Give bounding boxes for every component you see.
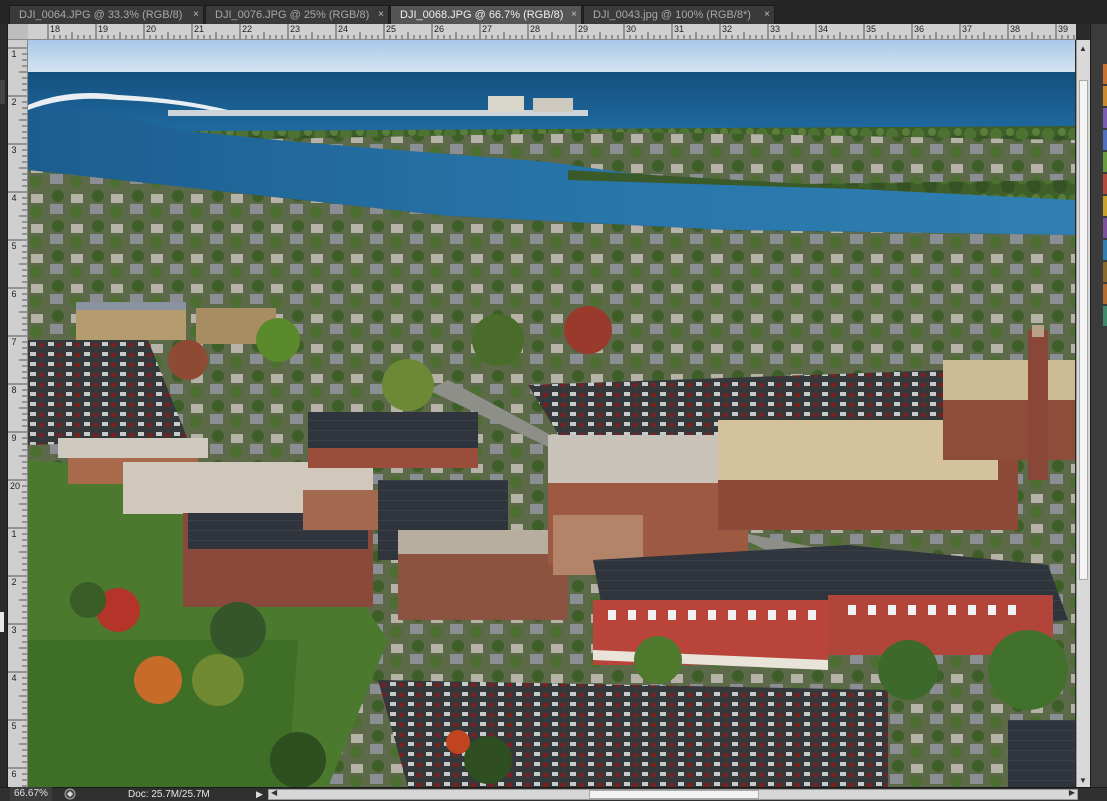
tab-label: DJI_0076.JPG @ 25% (RGB/8) (215, 9, 370, 21)
color-swatch[interactable] (1103, 64, 1107, 84)
ruler-label: 2 (11, 97, 17, 107)
ruler-label: 7 (11, 337, 17, 347)
document-tab-bar: DJI_0064.JPG @ 33.3% (RGB/8) × DJI_0076.… (0, 0, 1107, 24)
color-swatch[interactable] (1103, 306, 1107, 326)
color-swatch[interactable] (1103, 130, 1107, 150)
tab-dji-0043[interactable]: DJI_0043.jpg @ 100% (RGB/8*) × (583, 5, 775, 24)
soft-proof-icon[interactable] (64, 788, 76, 800)
ruler-label: 19 (98, 24, 109, 34)
document-size: Doc: 25.7M/25.7M (128, 789, 210, 800)
ruler-label: 5 (11, 721, 17, 731)
ruler-label: 8 (11, 385, 17, 395)
tools-panel-edge[interactable] (0, 24, 8, 800)
color-swatch[interactable] (1103, 218, 1107, 238)
ruler-label: 3 (11, 625, 17, 635)
ruler-label: 6 (11, 769, 17, 779)
ruler-label: 31 (674, 24, 685, 34)
color-swatch[interactable] (1103, 86, 1107, 106)
color-swatch[interactable] (1103, 284, 1107, 304)
close-icon[interactable]: × (764, 6, 770, 24)
ruler-label: 30 (626, 24, 637, 34)
panel-collapse-handle[interactable] (0, 80, 5, 104)
tab-dji-0064[interactable]: DJI_0064.JPG @ 33.3% (RGB/8) × (9, 5, 204, 24)
ruler-label: 25 (386, 24, 397, 34)
scroll-up-arrow-icon[interactable]: ▲ (1079, 44, 1087, 53)
scroll-down-arrow-icon[interactable]: ▼ (1079, 776, 1087, 785)
ruler-label: 5 (11, 241, 17, 251)
status-bar: 66.67% Doc: 25.7M/25.7M ▶ ◀ ▶ (0, 787, 1107, 801)
ruler-label: 34 (818, 24, 829, 34)
swatches-panel-edge[interactable] (1090, 24, 1107, 800)
vertical-scrollbar[interactable]: ▲ ▼ (1076, 40, 1090, 787)
tab-label: DJI_0043.jpg @ 100% (RGB/8*) (593, 9, 751, 21)
ruler-label: 37 (962, 24, 973, 34)
ruler-label: 20 (10, 481, 21, 491)
color-swatch[interactable] (1103, 108, 1107, 128)
ruler-label: 32 (722, 24, 733, 34)
ruler-label: 26 (434, 24, 445, 34)
close-icon[interactable]: × (193, 6, 199, 24)
scrollbar-thumb[interactable] (1079, 80, 1088, 580)
horizontal-ruler[interactable]: 18 19 20 21 22 23 24 25 26 27 28 29 30 31 32 33 34 35 36 37… (28, 24, 1076, 40)
horizontal-scrollbar[interactable]: ◀ ▶ (268, 788, 1078, 800)
ruler-label: 20 (146, 24, 157, 34)
ruler-label: 3 (11, 145, 17, 155)
ruler-label: 39 (1058, 24, 1069, 34)
document-canvas[interactable] (28, 40, 1075, 787)
ruler-label: 28 (530, 24, 541, 34)
ruler-label: 35 (866, 24, 877, 34)
vertical-ruler[interactable]: 1 2 3 4 5 6 7 8 9 20 1 2 3 4 5 6 (8, 40, 28, 787)
color-swatch[interactable] (1103, 196, 1107, 216)
aerial-photo (28, 40, 1075, 787)
ruler-label: 18 (50, 24, 61, 34)
ruler-label: 2 (11, 577, 17, 587)
ruler-label: 1 (11, 529, 17, 539)
tool-indicator (0, 612, 4, 632)
close-icon[interactable]: × (571, 6, 577, 24)
tab-dji-0068[interactable]: DJI_0068.JPG @ 66.7% (RGB/8) × (390, 5, 582, 24)
ruler-label: 21 (194, 24, 205, 34)
tab-dji-0076[interactable]: DJI_0076.JPG @ 25% (RGB/8) × (205, 5, 389, 24)
ruler-label: 38 (1010, 24, 1021, 34)
ruler-label: 1 (11, 49, 17, 59)
tab-label: DJI_0064.JPG @ 33.3% (RGB/8) (19, 9, 183, 21)
ruler-origin[interactable] (8, 24, 29, 40)
ruler-label: 23 (290, 24, 301, 34)
ruler-label: 24 (338, 24, 349, 34)
ruler-label: 4 (11, 673, 17, 683)
ruler-label: 22 (242, 24, 253, 34)
scroll-right-arrow-icon[interactable]: ▶ (1069, 788, 1075, 797)
zoom-level-field[interactable]: 66.67% (10, 787, 52, 801)
scroll-left-arrow-icon[interactable]: ◀ (271, 788, 277, 797)
status-menu-arrow-icon[interactable]: ▶ (256, 788, 263, 801)
color-swatch[interactable] (1103, 240, 1107, 260)
ruler-label: 33 (770, 24, 781, 34)
color-swatch[interactable] (1103, 152, 1107, 172)
ruler-label: 4 (11, 193, 17, 203)
ruler-label: 9 (11, 433, 17, 443)
ruler-label: 29 (578, 24, 589, 34)
color-swatch[interactable] (1103, 262, 1107, 282)
ruler-label: 6 (11, 289, 17, 299)
tab-label: DJI_0068.JPG @ 66.7% (RGB/8) (400, 9, 564, 21)
close-icon[interactable]: × (378, 6, 384, 24)
scrollbar-thumb[interactable] (589, 790, 759, 799)
color-swatch[interactable] (1103, 174, 1107, 194)
ruler-label: 27 (482, 24, 493, 34)
ruler-label: 36 (914, 24, 925, 34)
